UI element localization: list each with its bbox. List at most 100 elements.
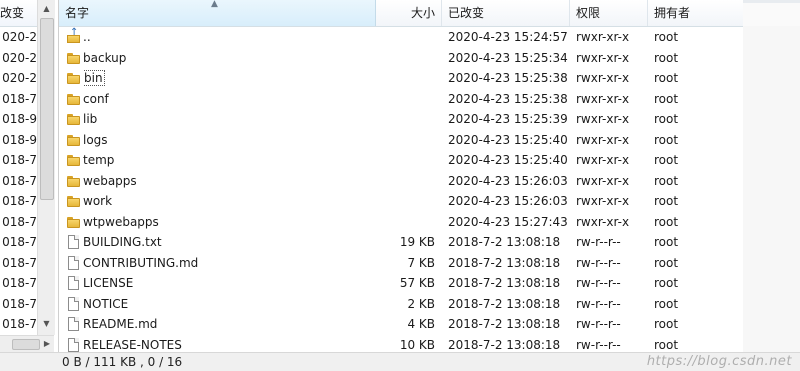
local-file-pane[interactable]: 改变 020-2 020-2 020-2 018-7 018-9 018-9 018-7 01… bbox=[0, 0, 56, 352]
file-row[interactable]: ↑.. 2020-4-23 15:24:57 rwxr-xr-x root bbox=[59, 27, 743, 48]
header-filler bbox=[743, 3, 800, 26]
status-bar: 0 B / 111 KB , 0 / 16 https://blog.csdn.… bbox=[0, 352, 800, 371]
local-file-row[interactable]: 018-9 bbox=[0, 109, 37, 130]
file-row[interactable]: lib 2020-4-23 15:25:39 rwxr-xr-x root bbox=[59, 109, 743, 130]
local-file-row[interactable]: 018-7 bbox=[0, 150, 37, 171]
file-owner: root bbox=[654, 214, 679, 229]
file-owner-cell: root bbox=[654, 253, 734, 274]
scroll-right-icon[interactable]: ▶ bbox=[40, 336, 54, 352]
folder-icon bbox=[67, 196, 80, 207]
local-file-row[interactable]: 018-7 bbox=[0, 273, 37, 294]
file-modified: 2020-4-23 15:25:34 bbox=[448, 50, 568, 65]
local-column-header-modified[interactable]: 改变 bbox=[0, 0, 38, 27]
file-icon-cell bbox=[67, 89, 81, 110]
file-name: .. bbox=[83, 30, 91, 44]
file-row[interactable]: wtpwebapps 2020-4-23 15:27:43 rwxr-xr-x roo… bbox=[59, 212, 743, 233]
sort-ascending-icon: ▲ bbox=[211, 0, 218, 9]
file-owner: root bbox=[654, 91, 679, 106]
remote-file-pane[interactable]: ▲ 名字 大小 已改变 权限 拥有者 ↑.. 2020-4-23 15:24:57… bbox=[58, 0, 800, 352]
local-file-row[interactable]: 018-7 bbox=[0, 314, 37, 335]
folder-icon bbox=[67, 134, 80, 146]
column-header-modified[interactable]: 已改变 bbox=[442, 0, 570, 26]
file-permissions: rw-r--r-- bbox=[576, 317, 621, 331]
local-vertical-scrollbar[interactable]: ▲ ▼ bbox=[37, 0, 55, 335]
file-permissions-cell: rw-r--r-- bbox=[576, 253, 648, 274]
file-modified: 2018-7-2 13:08:18 bbox=[448, 276, 561, 290]
file-name: LICENSE bbox=[83, 276, 134, 290]
file-name: README.md bbox=[83, 317, 158, 331]
file-name-cell: wtpwebapps bbox=[83, 212, 373, 233]
file-row[interactable]: webapps 2020-4-23 15:26:03 rwxr-xr-x root bbox=[59, 171, 743, 192]
file-name-cell: lib bbox=[83, 109, 373, 130]
file-name-cell: webapps bbox=[83, 171, 373, 192]
file-name-cell: work bbox=[83, 191, 373, 212]
file-row[interactable]: bin 2020-4-23 15:25:38 rwxr-xr-x root bbox=[59, 68, 743, 89]
file-size: 57 KB bbox=[399, 276, 435, 290]
file-row[interactable]: backup 2020-4-23 15:25:34 rwxr-xr-x root bbox=[59, 48, 743, 69]
local-file-modified: 018-7 bbox=[2, 276, 37, 290]
local-file-row[interactable]: 020-2 bbox=[0, 68, 37, 89]
file-size-cell: 19 KB bbox=[376, 232, 435, 253]
file-permissions: rwxr-xr-x bbox=[576, 153, 630, 167]
local-file-modified: 018-9 bbox=[2, 132, 37, 147]
file-icon-cell bbox=[67, 273, 81, 294]
file-permissions-cell: rw-r--r-- bbox=[576, 273, 648, 294]
document-icon bbox=[68, 317, 79, 331]
local-file-row[interactable]: 020-2 bbox=[0, 27, 37, 48]
scrollbar-thumb[interactable] bbox=[40, 18, 54, 200]
file-size: 4 KB bbox=[407, 317, 435, 331]
local-file-row[interactable]: 018-9 bbox=[0, 130, 37, 151]
local-file-row[interactable]: 018-7 bbox=[0, 253, 37, 274]
file-name-cell: temp bbox=[83, 150, 373, 171]
local-file-row[interactable]: 018-7 bbox=[0, 212, 37, 233]
file-row[interactable]: NOTICE 2 KB 2018-7-2 13:08:18 rw-r--r-- root bbox=[59, 294, 743, 315]
file-modified-cell: 2020-4-23 15:25:40 bbox=[448, 130, 570, 151]
local-file-modified: 020-2 bbox=[2, 30, 37, 44]
scrollbar-thumb[interactable] bbox=[12, 339, 40, 350]
file-row[interactable]: README.md 4 KB 2018-7-2 13:08:18 rw-r--r-- r… bbox=[59, 314, 743, 335]
file-name: conf bbox=[83, 91, 109, 106]
local-file-row[interactable]: 018-7 bbox=[0, 191, 37, 212]
column-header-name[interactable]: ▲ 名字 bbox=[59, 0, 376, 26]
column-header-size[interactable]: 大小 bbox=[376, 0, 442, 26]
local-file-row[interactable]: 018-7 bbox=[0, 294, 37, 315]
column-header-permissions[interactable]: 权限 bbox=[570, 0, 648, 26]
scroll-up-icon[interactable]: ▲ bbox=[38, 0, 55, 17]
file-owner: root bbox=[654, 30, 679, 44]
local-file-row[interactable]: 018-7 bbox=[0, 232, 37, 253]
file-row[interactable]: logs 2020-4-23 15:25:40 rwxr-xr-x root bbox=[59, 130, 743, 151]
watermark-text: https://blog.csdn.net bbox=[646, 354, 792, 369]
file-owner-cell: root bbox=[654, 130, 734, 151]
file-size-cell: 57 KB bbox=[376, 273, 435, 294]
file-size-cell bbox=[376, 109, 435, 130]
file-size-cell bbox=[376, 48, 435, 69]
local-file-row[interactable]: 018-7 bbox=[0, 89, 37, 110]
file-owner-cell: root bbox=[654, 273, 734, 294]
file-owner-cell: root bbox=[654, 68, 734, 89]
local-file-modified: 020-2 bbox=[2, 50, 37, 65]
document-icon bbox=[68, 296, 79, 311]
file-row[interactable]: BUILDING.txt 19 KB 2018-7-2 13:08:18 rw-r--… bbox=[59, 232, 743, 253]
file-icon-cell bbox=[67, 212, 81, 233]
file-name-cell: bin bbox=[83, 68, 373, 89]
file-modified: 2020-4-23 15:25:38 bbox=[448, 91, 568, 106]
file-permissions: rwxr-xr-x bbox=[576, 112, 630, 126]
column-header-name-label: 名字 bbox=[65, 6, 90, 20]
file-owner: root bbox=[654, 255, 679, 270]
file-row[interactable]: work 2020-4-23 15:26:03 rwxr-xr-x root bbox=[59, 191, 743, 212]
file-row[interactable]: CONTRIBUTING.md 7 KB 2018-7-2 13:08:18 rw-r… bbox=[59, 253, 743, 274]
file-owner-cell: root bbox=[654, 212, 734, 233]
file-icon-cell bbox=[67, 130, 81, 151]
folder-icon bbox=[67, 93, 80, 105]
file-icon-cell bbox=[67, 253, 81, 274]
local-file-row[interactable]: 020-2 bbox=[0, 48, 37, 69]
file-row[interactable]: LICENSE 57 KB 2018-7-2 13:08:18 rw-r--r-- ro… bbox=[59, 273, 743, 294]
file-row[interactable]: conf 2020-4-23 15:25:38 rwxr-xr-x root bbox=[59, 89, 743, 110]
local-file-row[interactable]: 018-7 bbox=[0, 171, 37, 192]
file-owner: root bbox=[654, 71, 679, 85]
local-file-modified: 018-7 bbox=[2, 235, 37, 249]
local-horizontal-scrollbar[interactable]: ▶ bbox=[0, 335, 54, 352]
column-header-owner[interactable]: 拥有者 bbox=[648, 0, 743, 26]
file-row[interactable]: temp 2020-4-23 15:25:40 rwxr-xr-x root bbox=[59, 150, 743, 171]
scroll-down-icon[interactable]: ▼ bbox=[38, 315, 55, 332]
